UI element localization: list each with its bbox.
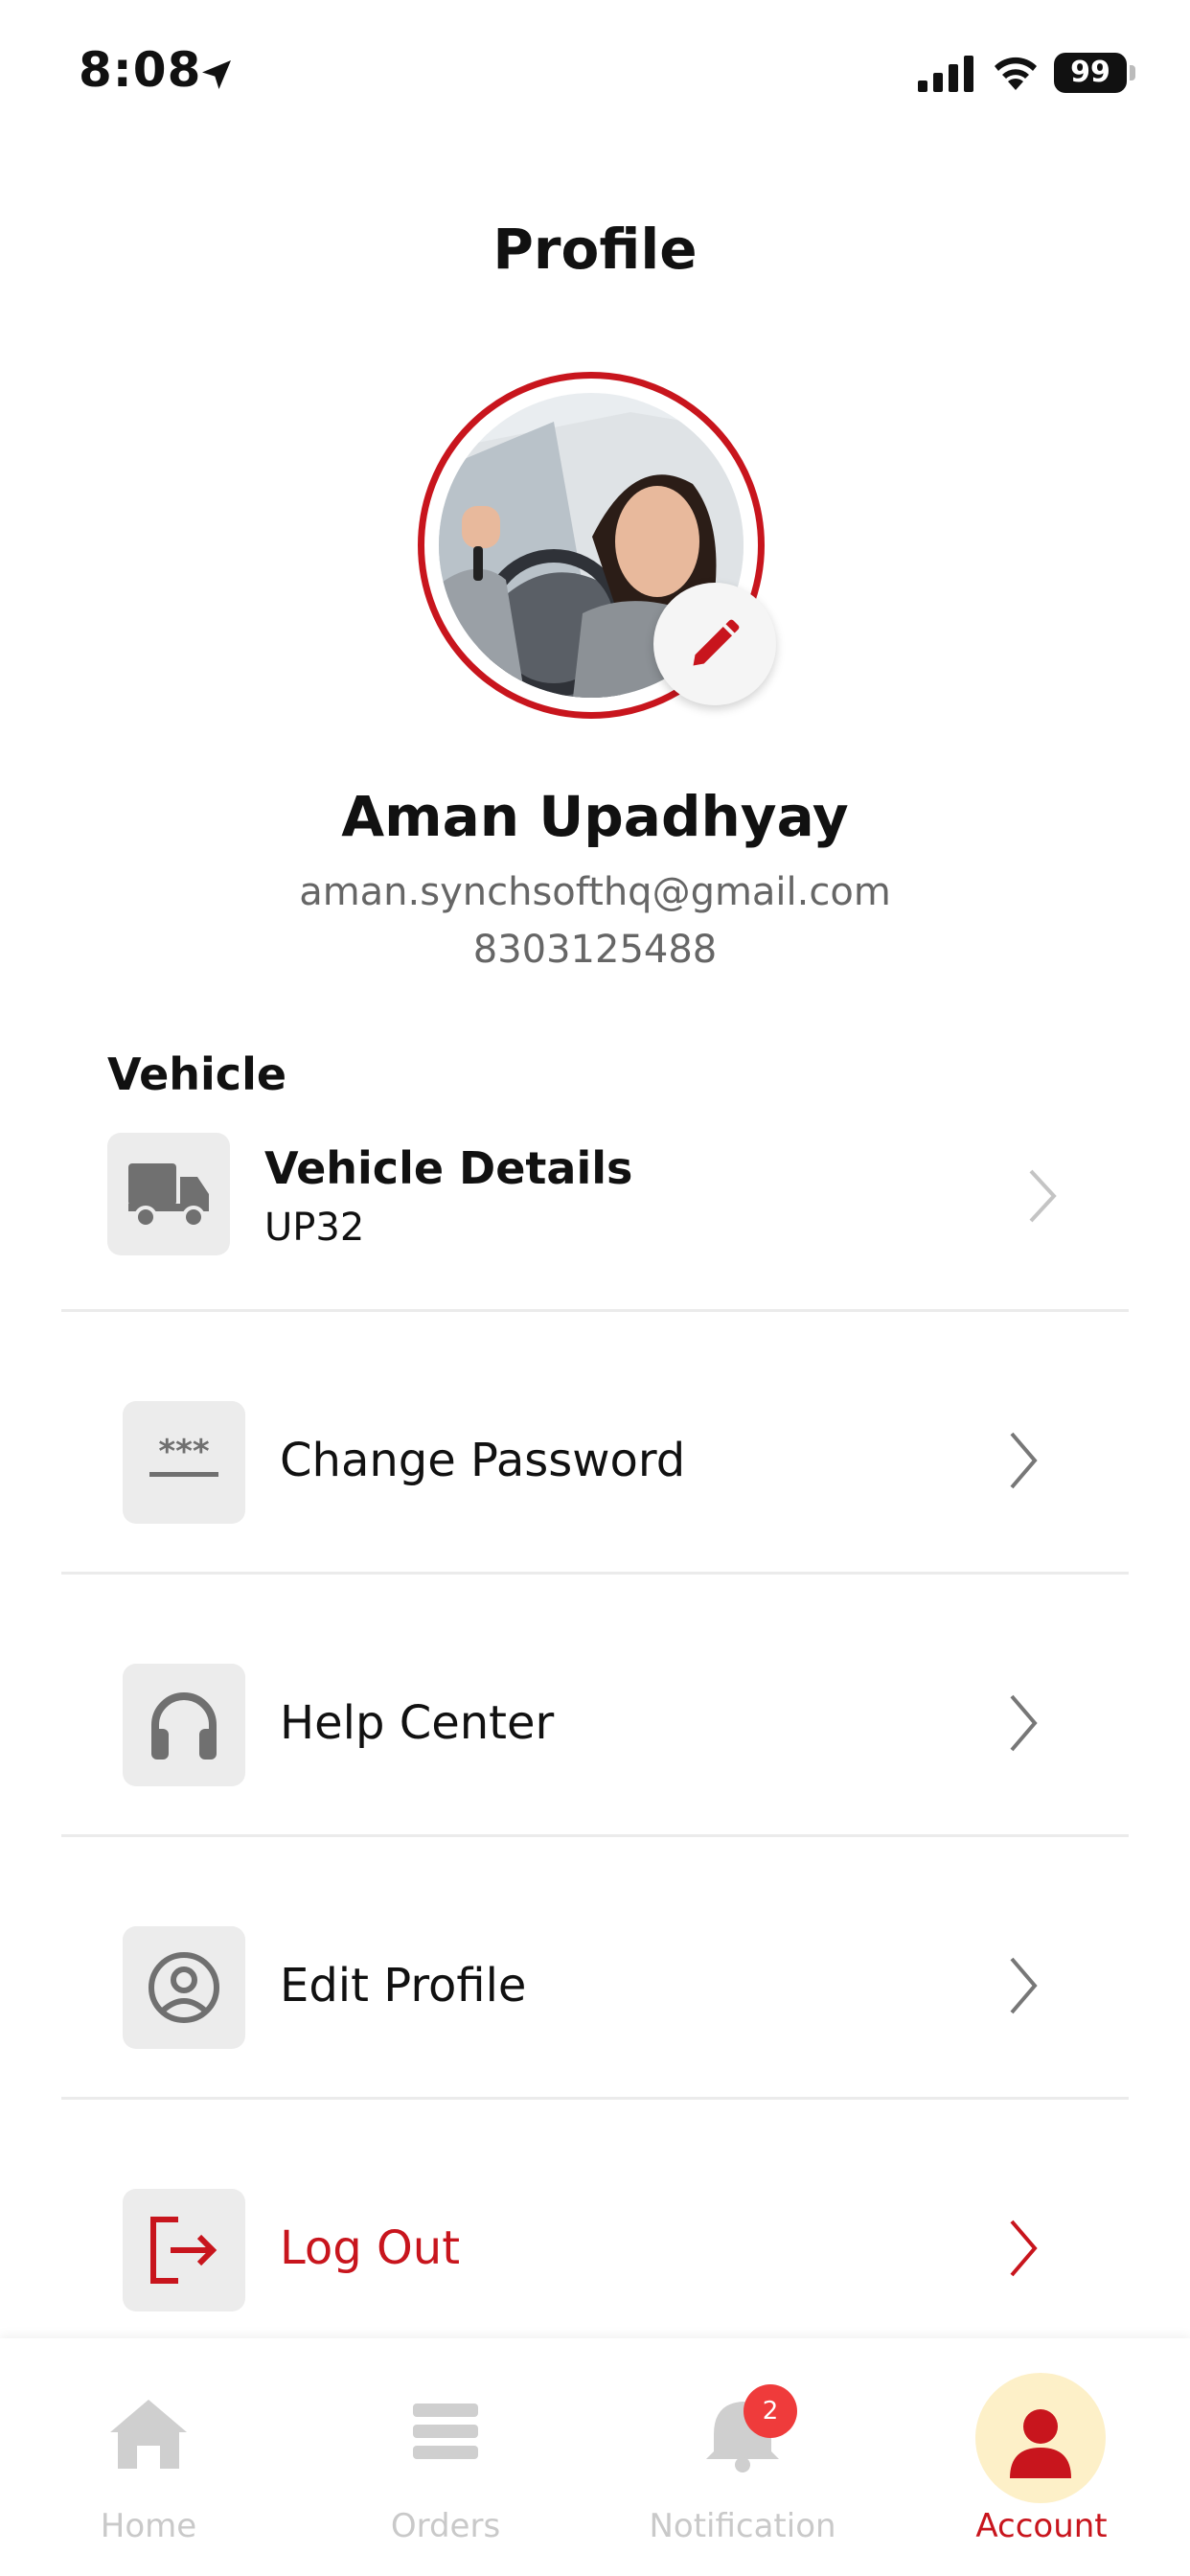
nav-notification-label: Notification — [649, 2507, 836, 2545]
location-arrow-icon — [202, 60, 231, 89]
password-icon: *** — [149, 1433, 218, 1477]
edit-profile-icon-box — [123, 1926, 245, 2049]
profile-phone: 8303125488 — [472, 928, 718, 972]
help-center-label: Help Center — [280, 1696, 555, 1750]
chevron-right-icon — [1010, 1694, 1038, 1752]
profile-name: Aman Upadhyay — [341, 784, 849, 849]
edit-profile-row[interactable]: Edit Profile — [61, 1836, 1129, 2095]
user-circle-icon — [149, 1952, 219, 2023]
change-password-row[interactable]: *** Change Password — [61, 1311, 1129, 1570]
status-bar: 8:08 99 — [0, 0, 1190, 144]
profile-email: aman.synchsofthq@gmail.com — [299, 870, 891, 914]
battery-tip — [1130, 65, 1135, 80]
nav-home[interactable]: Home — [0, 2338, 297, 2576]
orders-icon — [413, 2404, 478, 2459]
truck-icon — [128, 1163, 209, 1229]
logout-icon — [150, 2217, 217, 2284]
wifi-icon — [995, 57, 1037, 90]
bottom-nav: Home Orders Notification Account — [0, 2338, 1190, 2576]
vehicle-details-row[interactable]: Vehicle Details UP32 — [107, 1133, 1075, 1257]
help-center-row[interactable]: Help Center — [61, 1574, 1129, 1832]
edit-avatar-button[interactable] — [653, 583, 776, 705]
nav-notification[interactable]: Notification — [594, 2338, 891, 2576]
vehicle-title: Vehicle Details — [264, 1142, 633, 1194]
nav-orders[interactable]: Orders — [297, 2338, 594, 2576]
nav-orders-label: Orders — [390, 2507, 501, 2545]
logout-label: Log Out — [280, 2221, 461, 2275]
user-icon — [1010, 2409, 1071, 2478]
nav-account-label: Account — [975, 2507, 1108, 2545]
logout-icon-box — [123, 2189, 245, 2312]
nav-home-label: Home — [100, 2507, 197, 2545]
vehicle-icon-box — [107, 1133, 230, 1255]
cellular-signal-icon — [918, 56, 973, 92]
edit-profile-label: Edit Profile — [280, 1959, 527, 2012]
home-icon — [110, 2400, 187, 2469]
chevron-right-icon — [1010, 1432, 1038, 1489]
nav-account[interactable]: Account — [893, 2338, 1190, 2576]
pencil-icon — [693, 619, 740, 666]
battery-indicator: 99 — [1054, 53, 1127, 93]
page-title: Profile — [492, 217, 698, 282]
password-icon-box: *** — [123, 1401, 245, 1524]
chevron-right-icon — [1010, 2220, 1038, 2277]
vehicle-section-label: Vehicle — [107, 1048, 287, 1100]
change-password-label: Change Password — [280, 1434, 686, 1487]
logout-row[interactable]: Log Out — [61, 2099, 1129, 2358]
notification-badge: 2 — [744, 2384, 797, 2438]
help-icon-box — [123, 1664, 245, 1786]
headphones-icon — [151, 1692, 217, 1760]
chevron-right-icon — [1029, 1169, 1057, 1223]
svg-text:***: *** — [158, 1433, 210, 1471]
chevron-right-icon — [1010, 1957, 1038, 2014]
bell-icon — [706, 2402, 779, 2472]
status-time: 8:08 — [79, 42, 202, 98]
vehicle-number: UP32 — [264, 1206, 365, 1250]
